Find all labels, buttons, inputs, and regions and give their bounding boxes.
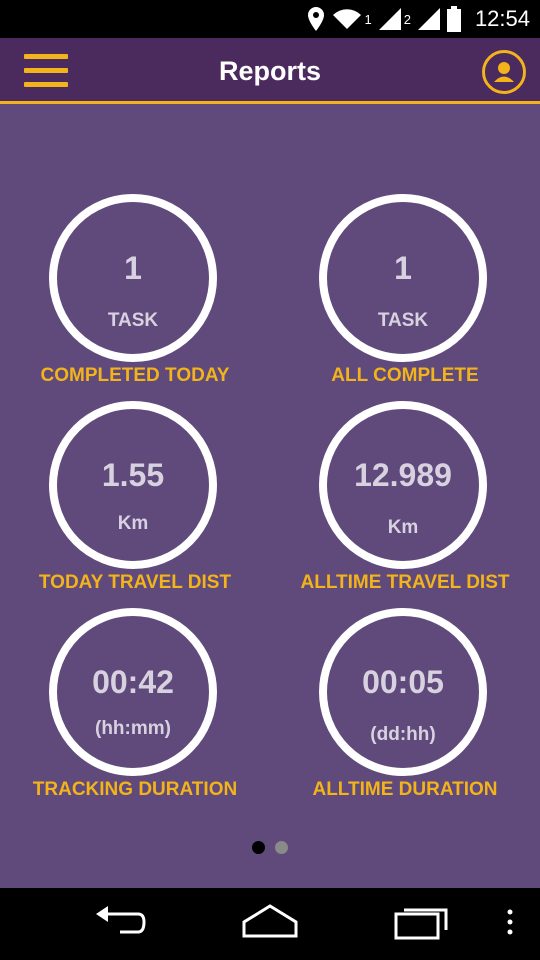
stat-label: ALL COMPLETE [331,365,479,386]
pager-dot-active[interactable] [252,841,265,854]
sim2-label: 2 [403,11,411,27]
stat-all-complete: 1 TASK ALL COMPLETE [270,194,540,394]
signal-icon [378,8,401,30]
stat-completed-today: 1 TASK COMPLETED TODAY [0,194,270,394]
stat-today-travel-dist: 1.55 Km TODAY TRAVEL DIST [0,401,270,601]
stat-value: 00:05 [362,664,444,700]
stat-label: ALLTIME DURATION [312,779,498,800]
stat-label: TODAY TRAVEL DIST [38,572,232,593]
stat-unit: Km [387,517,419,538]
stat-unit: (dd:hh) [370,724,436,745]
stat-value: 1 [124,250,142,286]
pager-dot[interactable] [275,841,288,854]
stat-label: COMPLETED TODAY [40,365,230,386]
stat-unit: TASK [377,310,429,331]
stat-alltime-duration: 00:05 (dd:hh) ALLTIME DURATION [270,608,540,808]
stat-unit: TASK [107,310,159,331]
clock: 12:54 [474,6,530,31]
home-icon[interactable] [240,900,300,944]
status-bar: 1 2 12:54 [0,0,540,38]
location-icon [308,7,325,31]
battery-icon [446,6,461,32]
stat-unit: (hh:mm) [95,718,171,739]
navigation-bar [0,888,540,960]
overflow-menu-icon[interactable] [503,900,517,944]
stat-value: 00:42 [92,664,174,700]
stat-unit: Km [117,513,149,534]
stat-value: 1 [394,250,412,286]
stat-label: TRACKING DURATION [32,779,238,800]
profile-icon[interactable] [482,50,526,94]
sim1-label: 1 [364,11,372,27]
stat-value: 12.989 [354,457,452,493]
wifi-icon [333,9,362,30]
stat-value: 1.55 [101,457,165,493]
back-icon[interactable] [92,900,148,944]
stat-tracking-duration: 00:42 (hh:mm) TRACKING DURATION [0,608,270,808]
app-bar: Reports [0,38,540,104]
recents-icon[interactable] [392,900,452,944]
page-title: Reports [218,56,321,86]
signal-icon [417,8,440,30]
stat-label: ALLTIME TRAVEL DIST [300,572,510,593]
stat-alltime-travel-dist: 12.989 Km ALLTIME TRAVEL DIST [270,401,540,601]
